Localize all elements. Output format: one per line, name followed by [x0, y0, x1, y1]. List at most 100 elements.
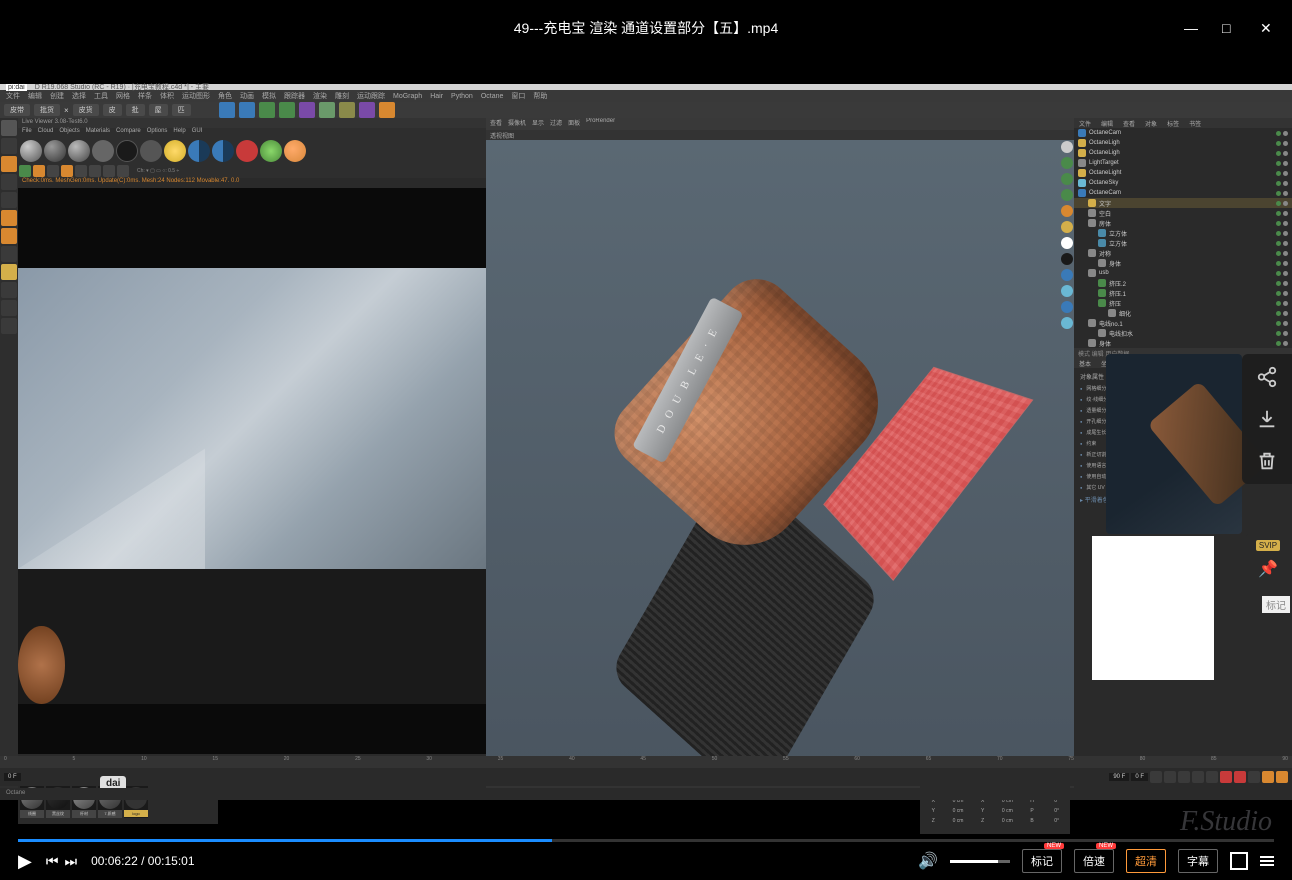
tab-button[interactable]: 批	[126, 104, 145, 116]
target-icon[interactable]	[47, 165, 59, 177]
menu-item[interactable]: 编辑	[28, 91, 42, 101]
menu-item[interactable]: Hair	[430, 93, 443, 100]
nav-icon[interactable]	[1061, 237, 1073, 249]
object-row[interactable]: 对称	[1074, 248, 1292, 258]
share-icon[interactable]	[1256, 366, 1278, 388]
nav-icon[interactable]	[1061, 269, 1073, 281]
toggle-icon[interactable]	[212, 140, 234, 162]
play-icon[interactable]	[1178, 771, 1190, 783]
visibility-dot[interactable]	[1283, 221, 1288, 226]
volume-slider[interactable]	[950, 860, 1010, 863]
maximize-button[interactable]: □	[1222, 20, 1236, 34]
lv-menu-item[interactable]: Cloud	[38, 128, 54, 138]
visibility-dot[interactable]	[1276, 231, 1281, 236]
object-row[interactable]: usb	[1074, 268, 1292, 278]
coords-cell[interactable]: 0°	[1045, 808, 1068, 814]
tab-button[interactable]: 皮带	[4, 104, 30, 116]
menu-item[interactable]: 跟踪器	[284, 91, 305, 101]
generator-icon[interactable]	[259, 102, 275, 118]
rail-icon[interactable]	[1, 138, 17, 154]
visibility-dot[interactable]	[1276, 211, 1281, 216]
delete-icon[interactable]	[1256, 450, 1278, 472]
fullscreen-button[interactable]	[1230, 852, 1248, 870]
render-sphere-icon[interactable]	[20, 140, 42, 162]
object-row[interactable]: 挤压.2	[1074, 278, 1292, 288]
object-row[interactable]: OctaneCam	[1074, 188, 1292, 198]
nav-icon[interactable]	[1061, 205, 1073, 217]
stop-icon[interactable]	[116, 140, 138, 162]
nav-icon[interactable]	[1061, 141, 1073, 153]
coords-cell[interactable]: 0 cm	[947, 818, 970, 824]
menu-item[interactable]: 创建	[50, 91, 64, 101]
visibility-dot[interactable]	[1276, 271, 1281, 276]
visibility-dot[interactable]	[1276, 301, 1281, 306]
3d-viewport[interactable]: 查看摄像机显示过滤面板ProRender 透视视图 D O U B L E · …	[486, 118, 1074, 790]
menu-item[interactable]: 样条	[138, 91, 152, 101]
nav-icon[interactable]	[1061, 157, 1073, 169]
obj-tab[interactable]: 文件	[1074, 118, 1096, 128]
object-row[interactable]: 身体	[1074, 338, 1292, 348]
object-row[interactable]: LightTarget	[1074, 158, 1292, 168]
visibility-dot[interactable]	[1276, 191, 1281, 196]
vp-menu-item[interactable]: 过滤	[550, 118, 562, 130]
timeline-end[interactable]: 90 F	[1109, 773, 1129, 781]
visibility-dot[interactable]	[1283, 271, 1288, 276]
tool-icon[interactable]	[239, 102, 255, 118]
lv-menu-item[interactable]: Materials	[86, 128, 110, 138]
coords-cell[interactable]: Z	[971, 818, 994, 824]
render-sphere-icon[interactable]	[68, 140, 90, 162]
tab-button[interactable]: 皮	[103, 104, 122, 116]
visibility-dot[interactable]	[1283, 321, 1288, 326]
menu-item[interactable]: 帮助	[533, 91, 547, 101]
menu-item[interactable]: 模拟	[262, 91, 276, 101]
subtitle-button[interactable]: 字幕	[1178, 849, 1218, 873]
lv-menu-item[interactable]: Options	[147, 128, 168, 138]
rail-icon[interactable]	[1, 282, 17, 298]
timeline-current[interactable]: 0 F	[1131, 773, 1148, 781]
visibility-dot[interactable]	[1276, 291, 1281, 296]
menu-item[interactable]: 运动跟踪	[357, 91, 385, 101]
lv-menu-item[interactable]: Compare	[116, 128, 141, 138]
visibility-dot[interactable]	[1283, 281, 1288, 286]
rail-icon[interactable]	[1, 264, 17, 280]
primitive-cube-icon[interactable]	[219, 102, 235, 118]
tab-button[interactable]: 屋	[149, 104, 168, 116]
rail-icon[interactable]	[1, 300, 17, 316]
visibility-dot[interactable]	[1276, 261, 1281, 266]
target-icon[interactable]	[117, 165, 129, 177]
next-button[interactable]: ⏭	[64, 853, 77, 870]
record-icon[interactable]	[1220, 771, 1232, 783]
visibility-dot[interactable]	[1283, 161, 1288, 166]
visibility-dot[interactable]	[1283, 181, 1288, 186]
object-tree[interactable]: OctaneCamOctaneLighOctaneLighLightTarget…	[1074, 128, 1292, 348]
object-row[interactable]: 立方体	[1074, 228, 1292, 238]
timeline[interactable]: 051015202530354045505560657075808590 0 F…	[0, 756, 1292, 786]
preview-thumbnail-1[interactable]	[1106, 354, 1242, 534]
cloud-icon[interactable]	[284, 140, 306, 162]
rail-icon[interactable]	[1, 174, 17, 190]
visibility-dot[interactable]	[1283, 131, 1288, 136]
pause-icon[interactable]	[92, 140, 114, 162]
toggle-icon[interactable]	[188, 140, 210, 162]
visibility-dot[interactable]	[1276, 331, 1281, 336]
camera-icon[interactable]	[236, 140, 258, 162]
visibility-dot[interactable]	[1276, 321, 1281, 326]
render-sphere-icon[interactable]	[44, 140, 66, 162]
gear-icon[interactable]	[33, 165, 45, 177]
nav-icon[interactable]	[1061, 317, 1073, 329]
vp-menu-item[interactable]: 查看	[490, 118, 502, 130]
rail-icon[interactable]	[1, 156, 17, 172]
object-row[interactable]: OctaneLigh	[1074, 148, 1292, 158]
lv-menu-item[interactable]: Help	[173, 128, 185, 138]
menu-item[interactable]: Octane	[481, 93, 504, 100]
menu-item[interactable]: 体积	[160, 91, 174, 101]
visibility-dot[interactable]	[1283, 191, 1288, 196]
visibility-dot[interactable]	[1283, 331, 1288, 336]
vp-menu-item[interactable]: ProRender	[586, 118, 615, 130]
nav-icon[interactable]	[1061, 253, 1073, 265]
menu-item[interactable]: 网格	[116, 91, 130, 101]
object-row[interactable]: 电线扣水	[1074, 328, 1292, 338]
object-row[interactable]: 立方体	[1074, 238, 1292, 248]
coords-cell[interactable]: 0 cm	[996, 818, 1019, 824]
prev-button[interactable]: ⏮	[46, 853, 59, 870]
